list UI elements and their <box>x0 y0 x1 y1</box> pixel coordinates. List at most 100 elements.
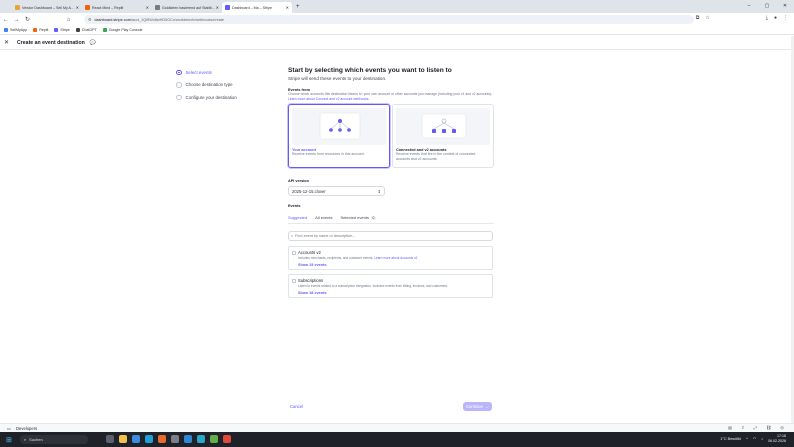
app-icon[interactable] <box>223 435 231 443</box>
group-checkbox[interactable] <box>292 279 296 283</box>
group-checkbox[interactable] <box>292 251 296 255</box>
back-icon[interactable]: ← <box>0 17 11 23</box>
api-version-select[interactable]: 2025-12-15.clover ⇕ <box>288 186 385 196</box>
bookmark-item[interactable]: Google Play Console <box>102 28 143 32</box>
clock[interactable]: 17:18 06.02.2026 <box>768 434 786 443</box>
bookmark-label: Google Play Console <box>108 28 143 32</box>
continue-label: Continue <box>466 404 483 409</box>
site-info-icon[interactable]: ⚙ <box>88 17 91 22</box>
step-label: Choose destination type <box>185 82 233 88</box>
expand-icon[interactable]: ⤢ <box>754 425 757 431</box>
step-label: Select events <box>185 69 212 75</box>
app-icon[interactable] <box>132 435 140 443</box>
weather-text[interactable]: 1°C Bewölkt <box>720 437 741 441</box>
bookmark-label: SellMyApp <box>10 28 28 32</box>
share-icon[interactable]: ⇪ <box>741 425 745 431</box>
group-title: Subscriptions <box>298 277 324 283</box>
app-icon[interactable] <box>171 435 179 443</box>
close-window-icon[interactable]: ✕ <box>776 0 794 13</box>
profile-icon[interactable]: ● <box>774 15 777 21</box>
show-events-button[interactable]: Show 18 events <box>298 291 327 295</box>
events-tab-label: All events <box>315 215 333 220</box>
bookmark-favicon-icon <box>54 28 59 32</box>
address-bar-row: ← → ↻ ⌂ ⚙ dashboard.stripe.com/acct_1Qt5… <box>0 13 794 26</box>
your-account-card[interactable]: Your account Receive events from resourc… <box>288 104 390 168</box>
browser-tab[interactable]: React Mind – Replit ✕ <box>82 2 152 13</box>
tab-label: React Mind – Replit <box>92 5 124 10</box>
bookmark-item[interactable]: ChatGPT <box>75 28 97 32</box>
url-host: dashboard.stripe.com <box>94 17 131 22</box>
bookmark-star-icon[interactable]: ☆ <box>705 15 709 21</box>
step-indicator-icon <box>176 94 182 100</box>
browser-tab-strip: Vendor Dashboard – Sell My A… ✕ React Mind… <box>0 0 794 13</box>
main-subheading: Stripe will send these events to your de… <box>288 76 387 81</box>
maximize-icon[interactable]: ▢ <box>758 0 776 13</box>
developers-label[interactable]: Developers <box>16 426 37 431</box>
bookmark-item[interactable]: Replit <box>33 28 48 32</box>
card-description: Receive events from resources in this ac… <box>292 152 365 156</box>
event-group-subscriptions: Subscriptions Listen to events related t… <box>288 274 493 298</box>
bookmark-favicon-icon <box>33 28 38 32</box>
step-indicator-icon <box>176 82 182 88</box>
volume-icon[interactable]: ♪ <box>761 437 763 441</box>
your-account-illustration <box>292 108 386 145</box>
bookmark-label: ChatGPT <box>81 28 97 32</box>
main-content: Start by selecting which events you want… <box>288 66 494 298</box>
help-icon[interactable]: ◎ <box>780 425 784 431</box>
wifi-icon[interactable]: ◠ <box>753 436 756 441</box>
firefox-icon[interactable] <box>158 435 166 443</box>
continue-button[interactable]: Continue → <box>463 402 492 411</box>
app-icon[interactable] <box>197 435 205 443</box>
app-icon[interactable] <box>210 435 218 443</box>
feedback-icon[interactable]: 💬 <box>90 40 96 46</box>
url-field[interactable]: ⚙ dashboard.stripe.com/acct_1Qt5Wv8wHD5G… <box>84 15 694 24</box>
tray-chevron-icon[interactable]: ^ <box>746 437 748 441</box>
downloads-icon[interactable]: ⤓ <box>766 15 768 21</box>
tab-label: Goldideen basierend auf Stabili… <box>162 5 216 10</box>
connect-webhooks-link[interactable]: Learn more about Connect and v2 account … <box>288 97 369 101</box>
show-events-button[interactable]: Show 15 events <box>298 263 327 267</box>
windows-start-icon[interactable]: ⊞ <box>6 436 12 444</box>
tab-favicon-icon <box>225 5 230 10</box>
bookmark-favicon-icon <box>4 28 8 32</box>
close-icon[interactable]: ✕ <box>4 39 9 46</box>
task-view-icon[interactable] <box>106 435 114 443</box>
accounts-v2-link[interactable]: Learn more about Accounts v2 <box>374 256 417 260</box>
tab-close-icon[interactable]: ✕ <box>286 5 289 10</box>
browser-tab[interactable]: Dashboard – Ma – Stripe ✕ <box>222 2 292 13</box>
edge-icon[interactable] <box>145 435 153 443</box>
minimize-icon[interactable]: – <box>740 0 758 13</box>
tab-close-icon[interactable]: ✕ <box>76 5 79 10</box>
bookmark-item[interactable]: Stripe <box>54 28 70 32</box>
steps-list: Select events Choose destination type Conf… <box>176 66 237 104</box>
page-title: Create an event destination <box>17 39 85 46</box>
cancel-button[interactable]: Cancel <box>290 404 303 409</box>
docs-icon[interactable]: ▤ <box>728 425 732 431</box>
connected-accounts-card[interactable]: Connected and v2 accounts Receive events… <box>392 104 494 168</box>
select-chevron-icon: ⇕ <box>377 188 381 194</box>
taskbar-search[interactable]: ⌕ Suchen <box>19 435 88 444</box>
event-search[interactable]: ⌕ <box>288 231 493 241</box>
tab-close-icon[interactable]: ✕ <box>146 5 149 10</box>
card-description: Receive events that fire in the context … <box>396 152 476 161</box>
arrow-right-icon: → <box>484 404 489 409</box>
reload-icon[interactable]: ↻ <box>22 16 33 23</box>
vscode-icon[interactable] <box>184 435 192 443</box>
explorer-icon[interactable] <box>119 435 127 443</box>
browser-tab[interactable]: Vendor Dashboard – Sell My A… ✕ <box>12 2 82 13</box>
tab-close-icon[interactable]: ✕ <box>216 5 219 10</box>
tab-favicon-icon <box>85 5 90 10</box>
menu-icon[interactable]: ⋮ <box>783 15 788 21</box>
tab-label: Dashboard – Ma – Stripe <box>232 5 272 10</box>
forward-icon[interactable]: → <box>11 17 22 23</box>
url-path: /acct_1Qt5Wv8wHD5GCx/workbench/webhooks/… <box>130 17 224 22</box>
new-tab-button[interactable]: + <box>296 2 300 13</box>
search-icon: ⌕ <box>291 234 294 238</box>
event-search-input[interactable] <box>295 234 476 238</box>
bookmark-item[interactable]: SellMyApp <box>4 28 27 32</box>
extensions-icon[interactable]: ⧉ <box>696 15 700 21</box>
browser-tab[interactable]: Goldideen basierend auf Stabili… ✕ <box>152 2 222 13</box>
form-footer: Cancel Continue → <box>288 402 494 412</box>
link-icon[interactable]: ⛓ <box>766 425 771 431</box>
home-icon[interactable]: ⌂ <box>63 17 74 23</box>
